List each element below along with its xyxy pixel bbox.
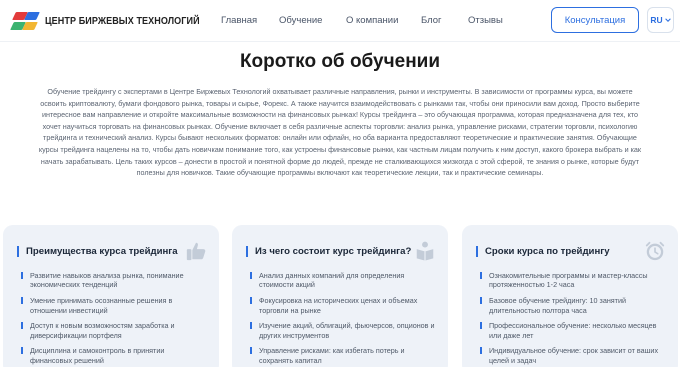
card-header: Из чего состоит курс трейдинга? <box>246 246 411 257</box>
nav-item-reviews[interactable]: Отзывы <box>468 15 503 26</box>
advantages-list: Развитие навыков анализа рынка, понимани… <box>21 271 207 367</box>
course-duration-card: Сроки курса по трейдингу Ознакомительные… <box>462 225 678 367</box>
intro-paragraph: Обучение трейдингу с экспертами в Центре… <box>38 87 642 178</box>
card-title: Преимущества курса трейдинга <box>26 246 178 257</box>
list-item: Доступ к новым возможностям заработка и … <box>21 321 207 340</box>
course-content-card: Из чего состоит курс трейдинга? Анализ д… <box>232 225 448 367</box>
nav-item-training[interactable]: Обучение <box>279 15 322 26</box>
logo[interactable]: ЦЕНТР БИРЖЕВЫХ ТЕХНОЛОГИЙ <box>10 10 225 32</box>
thumbs-up-icon <box>186 242 206 261</box>
nav-item-home[interactable]: Главная <box>221 15 257 26</box>
course-duration-list: Ознакомительные программы и мастер-класс… <box>480 271 666 367</box>
site-header: ЦЕНТР БИРЖЕВЫХ ТЕХНОЛОГИЙ Главная Обучен… <box>0 0 680 42</box>
consultation-button[interactable]: Консультация <box>551 7 639 33</box>
language-label: RU <box>650 15 663 25</box>
course-content-list: Анализ данных компаний для определения с… <box>250 271 436 367</box>
list-item: Управление рисками: как избегать потерь … <box>250 346 436 365</box>
list-item: Фокусировка на исторических ценах и объе… <box>250 296 436 315</box>
nav-item-blog[interactable]: Блог <box>421 15 442 26</box>
card-title: Из чего состоит курс трейдинга? <box>255 246 412 257</box>
list-item: Индивидуальное обучение: срок зависит от… <box>480 346 666 365</box>
card-header: Преимущества курса трейдинга <box>17 246 178 257</box>
list-item: Развитие навыков анализа рынка, понимани… <box>21 271 207 290</box>
list-item: Умение принимать осознанные решения в от… <box>21 296 207 315</box>
list-item: Профессиональное обучение: несколько мес… <box>480 321 666 340</box>
reader-icon <box>416 241 434 261</box>
chevron-down-icon <box>664 18 671 22</box>
list-item: Изучение акций, облигаций, фьючерсов, оп… <box>250 321 436 340</box>
accent-bar <box>246 246 248 257</box>
list-item: Дисциплина и самоконтроль в принятии фин… <box>21 346 207 365</box>
nav-item-about[interactable]: О компании <box>346 15 398 26</box>
list-item: Анализ данных компаний для определения с… <box>250 271 436 290</box>
card-title: Сроки курса по трейдингу <box>485 246 610 257</box>
logo-icon <box>10 10 40 32</box>
list-item: Ознакомительные программы и мастер-класс… <box>480 271 666 290</box>
language-selector[interactable]: RU <box>647 7 674 33</box>
card-header: Сроки курса по трейдингу <box>476 246 610 257</box>
page-title: Коротко об обучении <box>239 51 441 72</box>
list-item: Базовое обучение трейдингу: 10 занятий д… <box>480 296 666 315</box>
advantages-card: Преимущества курса трейдинга Развитие на… <box>3 225 219 367</box>
clock-icon <box>645 241 665 261</box>
accent-bar <box>17 246 19 257</box>
logo-text: ЦЕНТР БИРЖЕВЫХ ТЕХНОЛОГИЙ <box>45 15 200 27</box>
accent-bar <box>476 246 478 257</box>
